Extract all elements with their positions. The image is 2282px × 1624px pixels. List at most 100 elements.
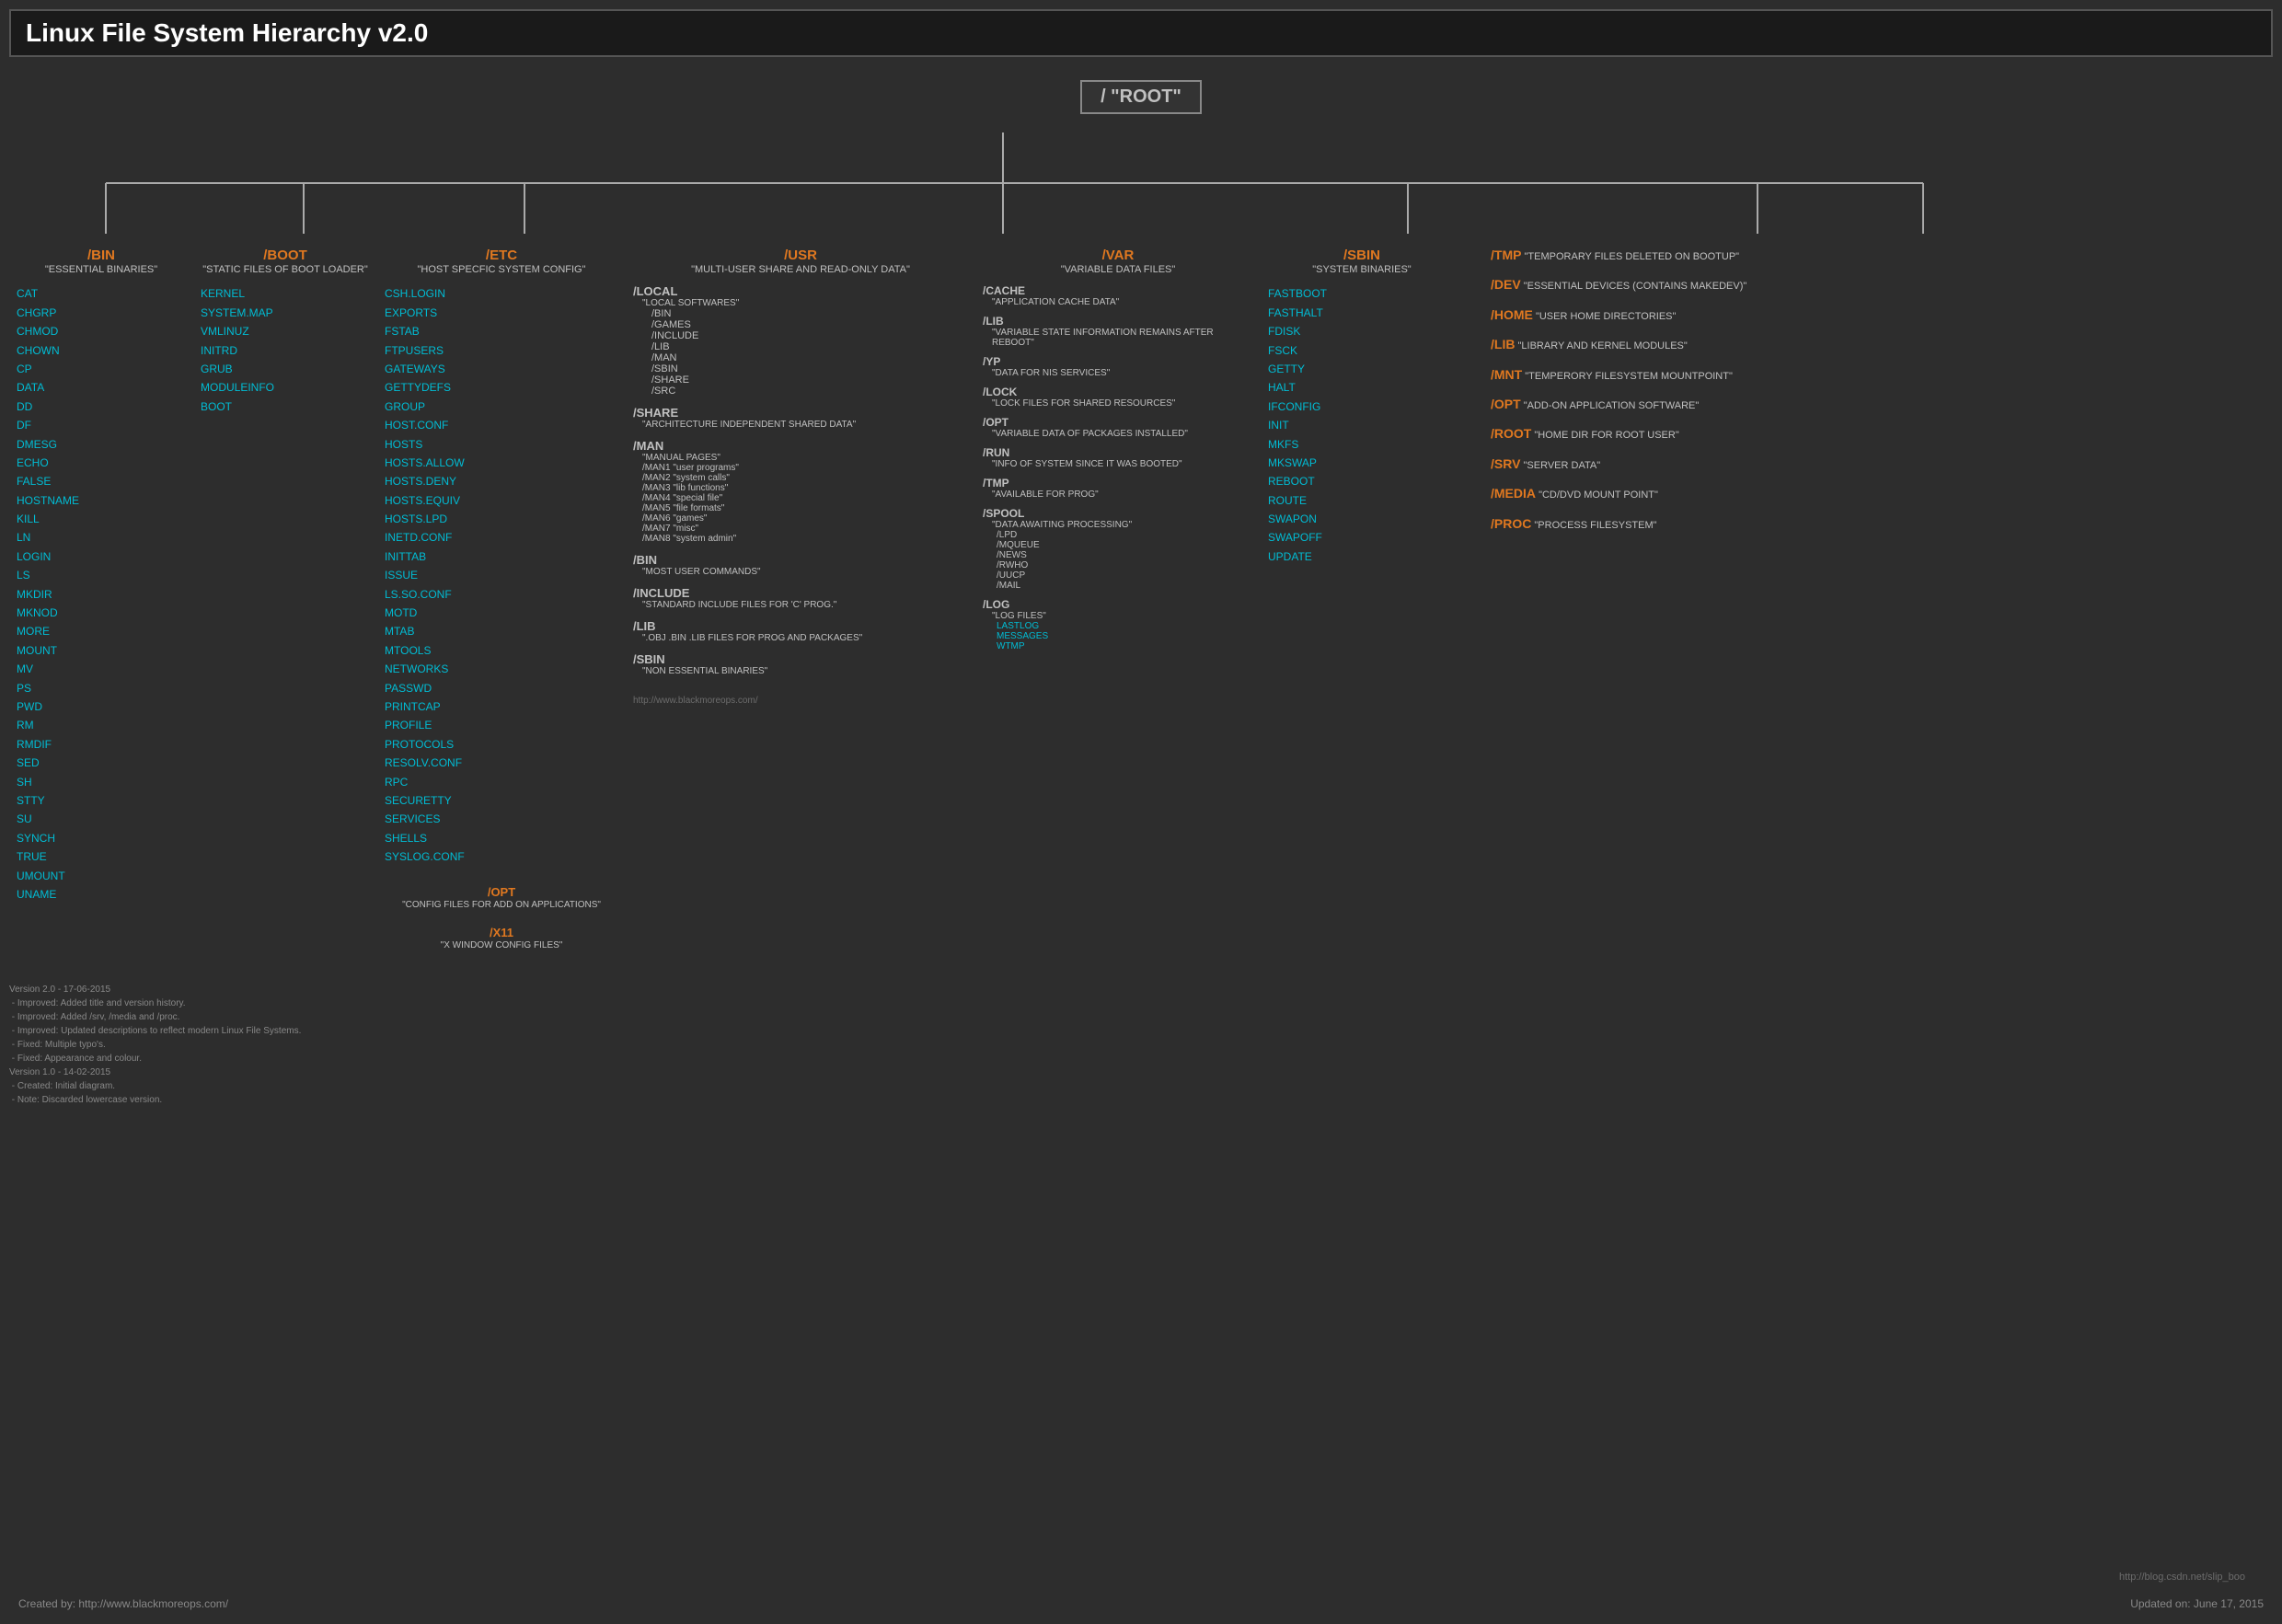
list-item: EXPORTS <box>385 304 618 322</box>
list-item: DF <box>17 416 186 434</box>
etc-dir-desc: "HOST SPECFIC SYSTEM CONFIG" <box>385 263 618 277</box>
version-notes-text: Version 2.0 - 17-06-2015 - Improved: Add… <box>9 985 301 1105</box>
list-item: /MAN5 "file formats" <box>642 503 968 513</box>
list-item: MTOOLS <box>385 641 618 660</box>
rs-srv: /SRV "SERVER DATA" <box>1491 456 1796 473</box>
list-item: CHOWN <box>17 341 186 360</box>
list-item: /SHARE <box>651 374 968 386</box>
usr-include: /INCLUDE "STANDARD INCLUDE FILES FOR 'C'… <box>633 586 968 610</box>
list-item: SYSTEM.MAP <box>201 304 370 322</box>
rs-dev: /DEV "ESSENTIAL DEVICES (CONTAINS MAKEDE… <box>1491 277 1796 294</box>
usr-include-desc: "STANDARD INCLUDE FILES FOR 'C' PROG." <box>642 600 968 610</box>
list-item: HOSTNAME <box>17 491 186 510</box>
list-item: INETD.CONF <box>385 528 618 547</box>
bin-dir-name: /BIN <box>17 248 186 263</box>
etc-column: /ETC "HOST SPECFIC SYSTEM CONFIG" CSH.LO… <box>377 243 626 964</box>
list-item: INIT <box>1268 416 1456 434</box>
list-item: GROUP <box>385 397 618 416</box>
list-item: HOSTS.ALLOW <box>385 454 618 472</box>
list-item: LN <box>17 528 186 547</box>
list-item: ECHO <box>17 454 186 472</box>
list-item: MKSWAP <box>1268 454 1456 472</box>
list-item: HOST.CONF <box>385 416 618 434</box>
usr-column: /USR "MULTI-USER SHARE AND READ-ONLY DAT… <box>626 243 975 964</box>
rs-proc-desc: "PROCESS FILESYSTEM" <box>1534 520 1656 531</box>
list-item: TRUE <box>17 847 186 866</box>
list-item: MODULEINFO <box>201 378 370 397</box>
var-tmp: /TMP "AVAILABLE FOR PROG" <box>983 477 1253 500</box>
list-item: /SBIN <box>651 363 968 374</box>
list-item: PASSWD <box>385 679 618 697</box>
list-item: /MAN4 "special file" <box>642 493 968 503</box>
list-item: /SRC <box>651 386 968 397</box>
list-item: HALT <box>1268 378 1456 397</box>
tree-lines-svg <box>9 132 2034 243</box>
list-item: STTY <box>17 791 186 810</box>
list-item: SU <box>17 810 186 828</box>
list-item: FSTAB <box>385 322 618 340</box>
etc-x11: /X11 "X WINDOW CONFIG FILES" <box>385 926 618 952</box>
var-spool-name: /SPOOL <box>983 507 1253 520</box>
var-yp: /YP "DATA FOR NIS SERVICES" <box>983 355 1253 378</box>
list-item: INITTAB <box>385 547 618 566</box>
var-column: /VAR "VARIABLE DATA FILES" /CACHE "APPLI… <box>975 243 1261 964</box>
var-cache-desc: "APPLICATION CACHE DATA" <box>992 297 1253 307</box>
etc-opt-desc: "CONFIG FILES FOR ADD ON APPLICATIONS" <box>385 899 618 912</box>
list-item: REBOOT <box>1268 472 1456 490</box>
right-sidebar-column: /TMP "TEMPORARY FILES DELETED ON BOOTUP"… <box>1463 243 1804 964</box>
var-opt: /OPT "VARIABLE DATA OF PACKAGES INSTALLE… <box>983 416 1253 439</box>
var-lock-name: /LOCK <box>983 386 1253 398</box>
var-lock: /LOCK "LOCK FILES FOR SHARED RESOURCES" <box>983 386 1253 409</box>
var-cache-name: /CACHE <box>983 284 1253 297</box>
list-item: /INCLUDE <box>651 330 968 341</box>
bin-column: /BIN "ESSENTIAL BINARIES" CAT CHGRP CHMO… <box>9 243 193 964</box>
rs-srv-desc: "SERVER DATA" <box>1524 460 1601 471</box>
list-item: SERVICES <box>385 810 618 828</box>
list-item: /MAN8 "system admin" <box>642 534 968 544</box>
list-item: /LPD <box>997 530 1253 540</box>
root-wrapper: / "ROOT" <box>0 66 2282 114</box>
list-item: FASTHALT <box>1268 304 1456 322</box>
list-item: RMDIF <box>17 735 186 754</box>
var-opt-desc: "VARIABLE DATA OF PACKAGES INSTALLED" <box>992 429 1253 439</box>
list-item: RM <box>17 716 186 734</box>
var-lib-desc: "VARIABLE STATE INFORMATION REMAINS AFTE… <box>992 328 1253 348</box>
list-item: FTPUSERS <box>385 341 618 360</box>
list-item: ROUTE <box>1268 491 1456 510</box>
list-item: MORE <box>17 622 186 640</box>
list-item: BOOT <box>201 397 370 416</box>
list-item: GATEWAYS <box>385 360 618 378</box>
rs-home-desc: "USER HOME DIRECTORIES" <box>1536 311 1676 322</box>
rs-home-name: /HOME <box>1491 307 1533 322</box>
etc-dir-name: /ETC <box>385 248 618 263</box>
list-item: SWAPON <box>1268 510 1456 528</box>
rs-opt: /OPT "ADD-ON APPLICATION SOFTWARE" <box>1491 397 1796 413</box>
boot-dir-name: /BOOT <box>201 248 370 263</box>
footer-updated-on: Updated on: June 17, 2015 <box>2130 1597 2264 1610</box>
list-item: NETWORKS <box>385 660 618 678</box>
rs-home: /HOME "USER HOME DIRECTORIES" <box>1491 307 1796 324</box>
usr-man-name: /MAN <box>633 439 968 453</box>
var-log-name: /LOG <box>983 598 1253 611</box>
sbin-column: /SBIN "SYSTEM BINARIES" FASTBOOT FASTHAL… <box>1261 243 1463 964</box>
var-lock-desc: "LOCK FILES FOR SHARED RESOURCES" <box>992 398 1253 409</box>
usr-include-name: /INCLUDE <box>633 586 968 600</box>
rs-tmp-desc: "TEMPORARY FILES DELETED ON BOOTUP" <box>1525 251 1740 262</box>
list-item: HOSTS.DENY <box>385 472 618 490</box>
var-log: /LOG "LOG FILES" LASTLOG MESSAGES WTMP <box>983 598 1253 651</box>
list-item: /MAN <box>651 352 968 363</box>
usr-local-desc: "LOCAL SOFTWARES" <box>642 298 968 308</box>
list-item: KERNEL <box>201 284 370 303</box>
list-item: LOGIN <box>17 547 186 566</box>
rs-mnt-desc: "TEMPERORY FILESYSTEM MOUNTPOINT" <box>1525 371 1733 382</box>
list-item: /RWHO <box>997 560 1253 570</box>
list-item: SECURETTY <box>385 791 618 810</box>
var-run-desc: "INFO OF SYSTEM SINCE IT WAS BOOTED" <box>992 459 1253 469</box>
list-item: MOUNT <box>17 641 186 660</box>
list-item: SYSLOG.CONF <box>385 847 618 866</box>
list-item: UPDATE <box>1268 547 1456 566</box>
footer-created-by: Created by: http://www.blackmoreops.com/ <box>18 1597 228 1610</box>
rs-lib: /LIB "LIBRARY AND KERNEL MODULES" <box>1491 337 1796 353</box>
list-item: DATA <box>17 378 186 397</box>
list-item: FASTBOOT <box>1268 284 1456 303</box>
